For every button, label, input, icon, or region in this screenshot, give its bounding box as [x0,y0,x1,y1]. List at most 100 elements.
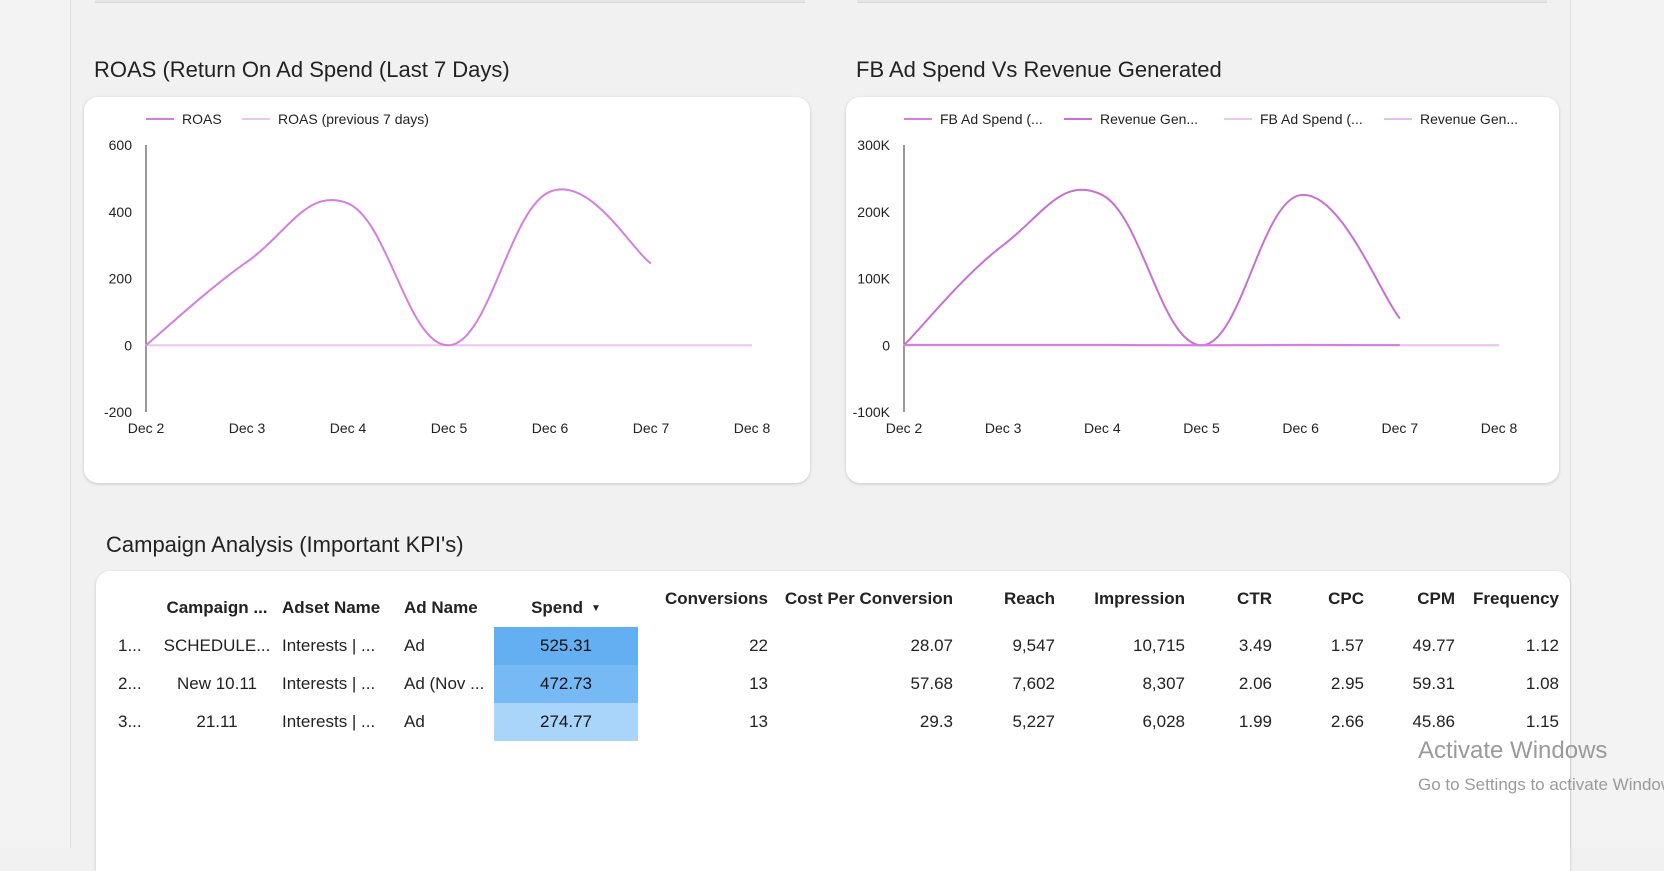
column-header-impression[interactable]: Impression [1055,571,1185,627]
cell-reach: 5,227 [953,703,1055,741]
cell-cost-per-conversion: 57.68 [768,665,953,703]
cell-spend: 525.31 [494,627,638,665]
cell-ad: Ad (Nov ... [400,665,494,703]
y-tick-label: 100K [857,271,890,287]
y-tick-label: 0 [124,337,132,353]
row-index: 2... [96,665,158,703]
column-header-cost-per-conversion[interactable]: Cost Per Conversion [768,571,953,627]
x-tick-label: Dec 3 [985,420,1022,436]
column-header-spend[interactable]: Spend ▼ [494,571,638,627]
x-tick-label: Dec 8 [734,420,771,436]
cell-cpc: 2.95 [1272,665,1364,703]
x-tick-label: Dec 3 [229,420,266,436]
x-tick-label: Dec 2 [886,420,923,436]
x-tick-label: Dec 6 [1282,420,1319,436]
legend-label: ROAS [182,111,222,127]
cell-cpm: 45.86 [1364,703,1455,741]
table-row[interactable]: 3...21.11Interests | ...Ad274.771329.35,… [96,703,1559,741]
sort-desc-icon[interactable]: ▼ [591,603,601,614]
cell-ctr: 2.06 [1185,665,1272,703]
cell-conversions: 13 [638,665,768,703]
column-header-campaign[interactable]: Campaign ... [158,571,276,627]
column-header-cpc[interactable]: CPC [1272,571,1364,627]
x-tick-label: Dec 7 [633,420,670,436]
legend-label: ROAS (previous 7 days) [278,111,429,127]
column-header-conversions[interactable]: Conversions [638,571,768,627]
x-tick-label: Dec 8 [1481,420,1518,436]
cell-ad: Ad [400,627,494,665]
cell-cpc: 2.66 [1272,703,1364,741]
cell-spend: 472.73 [494,665,638,703]
cell-cost-per-conversion: 29.3 [768,703,953,741]
column-header-spend-label: Spend [531,598,583,617]
row-index: 3... [96,703,158,741]
x-tick-label: Dec 6 [532,420,569,436]
cell-reach: 7,602 [953,665,1055,703]
cell-spend: 274.77 [494,703,638,741]
cell-ad: Ad [400,703,494,741]
cell-cpm: 49.77 [1364,627,1455,665]
cell-cost-per-conversion: 28.07 [768,627,953,665]
cell-ctr: 1.99 [1185,703,1272,741]
column-header-ad[interactable]: Ad Name [400,571,494,627]
column-header-frequency[interactable]: Frequency [1455,571,1559,627]
legend-label: FB Ad Spend (... [1260,111,1363,127]
fb-line-chart: FB Ad Spend (...Revenue Gen...FB Ad Spen… [846,97,1559,483]
y-tick-label: 200K [857,204,890,220]
cell-campaign: SCHEDULE... [158,627,276,665]
x-tick-label: Dec 2 [128,420,165,436]
campaign-table-title: Campaign Analysis (Important KPI's) [106,532,464,558]
series-line [146,189,651,345]
cell-adset: Interests | ... [276,665,400,703]
column-header-ctr[interactable]: CTR [1185,571,1272,627]
column-header-adset[interactable]: Adset Name [276,571,400,627]
cell-cpm: 59.31 [1364,665,1455,703]
y-tick-label: 200 [109,271,133,287]
table-row[interactable]: 1...SCHEDULE...Interests | ...Ad525.3122… [96,627,1559,665]
cell-impression: 6,028 [1055,703,1185,741]
index-header [96,571,158,627]
cell-frequency: 1.08 [1455,665,1559,703]
column-header-reach[interactable]: Reach [953,571,1055,627]
y-tick-label: 400 [109,204,133,220]
x-tick-label: Dec 7 [1382,420,1419,436]
y-tick-label: -200 [104,404,132,420]
x-tick-label: Dec 5 [1183,420,1220,436]
cell-frequency: 1.12 [1455,627,1559,665]
cell-campaign: 21.11 [158,703,276,741]
x-tick-label: Dec 4 [330,420,367,436]
fb-chart-title: FB Ad Spend Vs Revenue Generated [856,57,1222,83]
cell-impression: 8,307 [1055,665,1185,703]
y-tick-label: 0 [882,337,890,353]
top-card-edge-right [857,0,1547,3]
activate-windows-subtitle: Go to Settings to activate Windows. [1418,775,1664,795]
activate-windows-title: Activate Windows [1418,737,1607,765]
cell-ctr: 3.49 [1185,627,1272,665]
cell-campaign: New 10.11 [158,665,276,703]
top-card-edge-left [95,0,805,3]
campaign-kpi-table: Campaign ... Adset Name Ad Name Spend ▼ C… [96,571,1559,741]
column-header-cpm[interactable]: CPM [1364,571,1455,627]
cell-conversions: 22 [638,627,768,665]
roas-line-chart: ROAS ROAS (previous 7 days) 600 400 200 0 -200… [84,97,810,483]
x-tick-label: Dec 4 [1084,420,1121,436]
y-tick-label: 300K [857,137,890,153]
campaign-table-card: Campaign ... Adset Name Ad Name Spend ▼ C… [96,571,1570,871]
cell-adset: Interests | ... [276,703,400,741]
roas-chart-title: ROAS (Return On Ad Spend (Last 7 Days) [94,57,510,83]
cell-reach: 9,547 [953,627,1055,665]
cell-adset: Interests | ... [276,627,400,665]
cell-conversions: 13 [638,703,768,741]
roas-chart-card: ROAS ROAS (previous 7 days) 600 400 200 0 -200… [84,97,810,483]
y-tick-label: -100K [853,404,891,420]
table-row[interactable]: 2...New 10.11Interests | ...Ad (Nov ...4… [96,665,1559,703]
page-margin-left [0,0,71,848]
row-index: 1... [96,627,158,665]
legend-label: Revenue Gen... [1420,111,1518,127]
table-header-row: Campaign ... Adset Name Ad Name Spend ▼ C… [96,571,1559,627]
cell-cpc: 1.57 [1272,627,1364,665]
y-tick-label: 600 [109,137,133,153]
cell-frequency: 1.15 [1455,703,1559,741]
page-margin-right [1570,0,1664,848]
fb-chart-card: FB Ad Spend (...Revenue Gen...FB Ad Spen… [846,97,1559,483]
